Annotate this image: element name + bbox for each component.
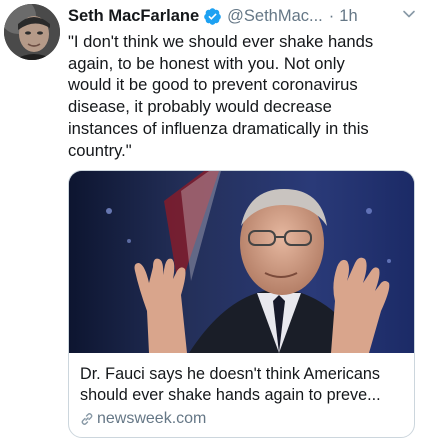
chevron-down-icon[interactable] xyxy=(402,7,416,21)
link-icon xyxy=(80,412,94,426)
tweet-timestamp[interactable]: 1h xyxy=(339,7,357,26)
separator: · xyxy=(328,6,335,25)
card-domain: newsweek.com xyxy=(80,408,405,430)
link-card[interactable]: Dr. Fauci says he doesn't think American… xyxy=(68,170,415,438)
card-title[interactable]: Dr. Fauci says he doesn't think American… xyxy=(80,364,405,406)
avatar[interactable] xyxy=(4,4,60,60)
tweet-text: "I don't think we should ever shake hand… xyxy=(68,32,374,160)
card-domain-label: newsweek.com xyxy=(97,410,207,427)
verified-badge-icon xyxy=(203,7,222,26)
author-handle[interactable]: @SethMac... xyxy=(227,7,323,26)
card-image[interactable] xyxy=(69,171,414,353)
tweet[interactable]: Seth MacFarlane @SethMac... · 1h "I don'… xyxy=(0,0,424,444)
card-text[interactable]: Dr. Fauci says he doesn't think American… xyxy=(80,364,405,430)
author-name[interactable]: Seth MacFarlane xyxy=(68,7,199,26)
tweet-header: Seth MacFarlane @SethMac... · 1h xyxy=(68,5,418,27)
